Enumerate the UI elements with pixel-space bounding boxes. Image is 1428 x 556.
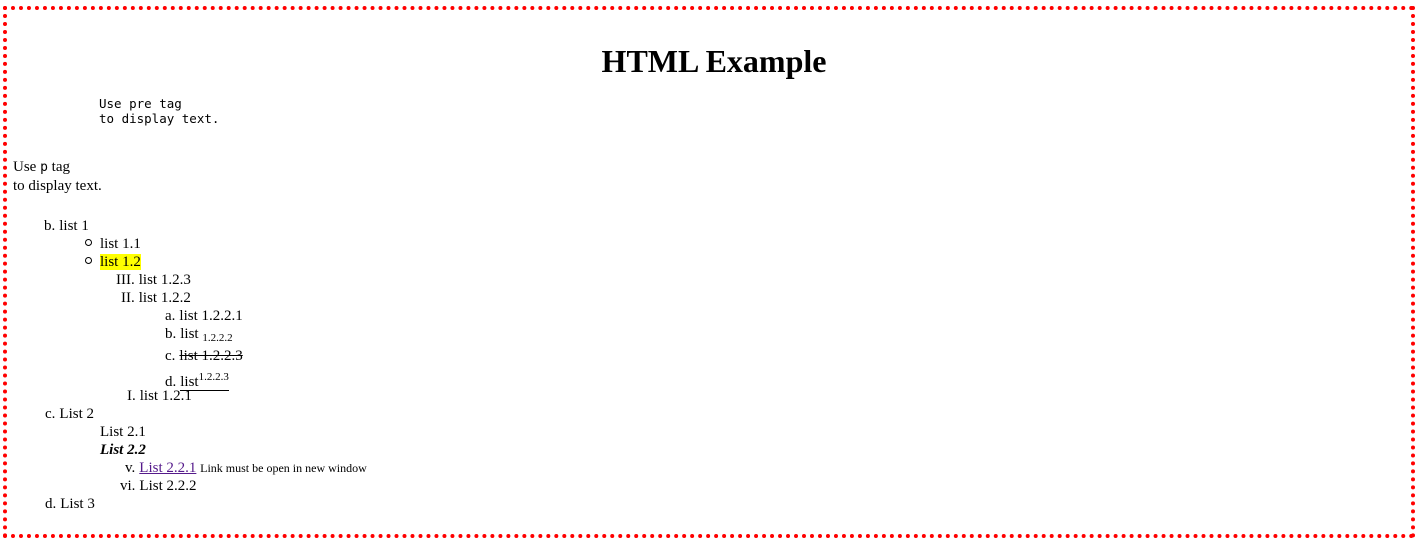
list-marker: c.	[45, 406, 56, 422]
list-item: vi. List 2.2.2	[120, 477, 197, 495]
list-item: list 1.1	[100, 235, 141, 253]
list-marker: b.	[165, 326, 177, 342]
para-tag: p	[40, 160, 48, 175]
list-item: I. list 1.2.1	[127, 387, 192, 405]
list-marker: I.	[127, 388, 136, 404]
list-marker: c.	[165, 348, 176, 364]
circle-bullet-icon	[85, 257, 92, 264]
list-item: List 2.1	[100, 423, 146, 441]
superscript-text: 1.2.2.3	[198, 371, 229, 383]
list-item: c. list 1.2.2.3	[165, 347, 243, 365]
list-label: list	[180, 326, 199, 342]
bold-italic-label: List 2.2	[100, 442, 146, 458]
list-label: list 1.2.2.1	[179, 308, 243, 324]
list-item: List 2.2	[100, 441, 146, 459]
list-marker: v.	[125, 460, 136, 476]
list-label: list 1.1	[100, 236, 141, 252]
list-label: List 3	[60, 496, 95, 512]
subscript-text: 1.2.2.2	[202, 332, 233, 344]
list-item: a. list 1.2.2.1	[165, 307, 243, 325]
list-item: b. list 1.2.2.2	[165, 325, 233, 347]
pre-block: Use pre tag to display text.	[99, 96, 220, 126]
list-item: c. List 2	[45, 405, 94, 423]
link-note: Link must be open in new window	[200, 461, 367, 475]
list-item: b. list 1	[44, 217, 89, 235]
list-item: d. List 3	[45, 495, 95, 513]
list-marker: d.	[45, 496, 57, 512]
list-item: list 1.2	[100, 253, 141, 271]
list-label: list 1	[59, 218, 89, 234]
list-label: list 1.2.3	[138, 272, 191, 288]
paragraph: Use p tag to display text.	[13, 158, 102, 195]
para-suffix: tag	[47, 159, 70, 175]
list-marker: vi.	[120, 478, 136, 494]
list-marker: a.	[165, 308, 176, 324]
list-item: III. list 1.2.3	[116, 271, 191, 289]
para-line2: to display text.	[13, 178, 102, 194]
circle-bullet-icon	[85, 239, 92, 246]
list-2-2-1-link[interactable]: List 2.2.1	[139, 460, 196, 476]
page-title: HTML Example	[601, 43, 827, 79]
para-prefix: Use	[13, 159, 41, 175]
list-item: v. List 2.2.1 Link must be open in new wi…	[125, 459, 367, 477]
strikethrough-label: list 1.2.2.3	[179, 348, 243, 364]
highlighted-label: list 1.2	[100, 254, 141, 270]
list-label: list 1.2.1	[139, 388, 192, 404]
list-marker: III.	[116, 272, 135, 288]
list-marker: b.	[44, 218, 56, 234]
list-marker: II.	[121, 290, 135, 306]
list-label: list 1.2.2	[138, 290, 191, 306]
list-label: List 2.2.2	[139, 478, 197, 494]
list-label: List 2	[59, 406, 95, 422]
list-item: II. list 1.2.2	[121, 289, 191, 307]
list-label: List 2.1	[100, 424, 146, 440]
